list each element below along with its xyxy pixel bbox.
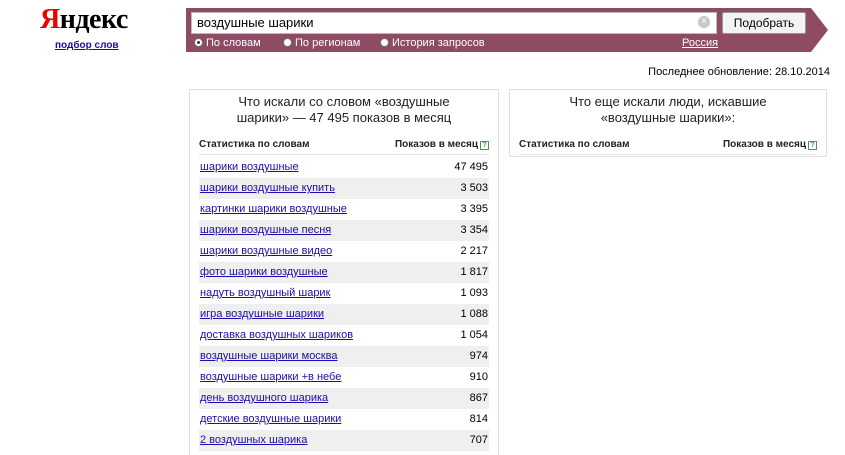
column-phrase-header: Статистика по словам <box>199 139 310 150</box>
logo-first-letter: Я <box>40 4 60 35</box>
impression-count: 867 <box>469 392 488 404</box>
phrase-link[interactable]: день воздушного шарика <box>200 388 328 409</box>
radio-label: По регионам <box>295 37 361 49</box>
yandex-logo[interactable]: Яндекс <box>40 6 128 34</box>
right-panel-title: Что еще искали люди, искавшие «воздушные… <box>569 94 767 125</box>
impression-count: 1 054 <box>460 329 488 341</box>
table-row: картинки шарики воздушные 3 395 <box>199 199 489 220</box>
help-icon[interactable]: ? <box>480 141 489 150</box>
column-count-header: Показов в месяц? <box>723 139 817 150</box>
phrase-link[interactable]: доставка воздушных шариков <box>200 325 353 346</box>
phrase-link[interactable]: шарики воздушные купить <box>200 178 335 199</box>
phrase-link[interactable]: воздушные шарики москва <box>200 346 337 367</box>
table-row: детские воздушные шарики 814 <box>199 409 489 430</box>
table-row: шарики воздушные +в небе улетят 692 <box>199 451 489 455</box>
table-row: шарики воздушные песня 3 354 <box>199 220 489 241</box>
radio-history[interactable]: История запросов <box>380 37 485 50</box>
impression-count: 814 <box>469 413 488 425</box>
table-row: воздушные шарики +в небе 910 <box>199 367 489 388</box>
impression-count: 1 088 <box>460 308 488 320</box>
radio-selected-icon <box>194 38 203 47</box>
phrase-link[interactable]: надуть воздушный шарик <box>200 283 330 304</box>
phrase-link[interactable]: картинки шарики воздушные <box>200 199 347 220</box>
left-panel: Что искали со словом «воздушные шарики» … <box>189 89 499 455</box>
submit-button[interactable]: Подобрать <box>722 12 806 34</box>
right-panel-header: Статистика по словам Показов в месяц? <box>510 139 826 150</box>
impression-count: 910 <box>469 371 488 383</box>
impression-count: 3 395 <box>460 203 488 215</box>
impression-count: 1 817 <box>460 266 488 278</box>
region-link[interactable]: Россия <box>682 37 718 50</box>
search-band: воздушные шарики × Подобрать По словам П… <box>186 8 828 52</box>
search-band-arrow <box>811 8 828 52</box>
header-divider <box>519 154 817 155</box>
radio-icon <box>283 38 292 47</box>
table-row: шарики воздушные купить 3 503 <box>199 178 489 199</box>
left-panel-header: Статистика по словам Показов в месяц? <box>190 139 498 150</box>
column-count-label: Показов в месяц <box>722 139 806 150</box>
last-update: Последнее обновление: 28.10.2014 <box>648 66 830 78</box>
impression-count: 3 503 <box>460 182 488 194</box>
phrase-link[interactable]: игра воздушные шарики <box>200 304 324 325</box>
search-input[interactable]: воздушные шарики <box>191 12 717 34</box>
column-count-label: Показов в месяц <box>394 139 478 150</box>
header-divider <box>199 154 489 155</box>
phrase-link[interactable]: шарики воздушные <box>200 157 299 178</box>
table-row: день воздушного шарика 867 <box>199 388 489 409</box>
radio-icon <box>380 38 389 47</box>
table-row: шарики воздушные видео 2 217 <box>199 241 489 262</box>
impression-count: 707 <box>469 434 488 446</box>
table-row: надуть воздушный шарик 1 093 <box>199 283 489 304</box>
radio-by-words[interactable]: По словам <box>194 37 261 50</box>
radio-label: По словам <box>206 37 261 49</box>
phrase-link[interactable]: шарики воздушные видео <box>200 241 332 262</box>
radio-label: История запросов <box>392 37 485 49</box>
impression-count: 47 495 <box>454 161 488 173</box>
impression-count: 692 <box>470 451 488 455</box>
phrase-link[interactable]: шарики воздушные песня <box>200 220 331 241</box>
table-row: воздушные шарики москва 974 <box>199 346 489 367</box>
logo-rest: ндекс <box>59 4 129 35</box>
left-panel-title: Что искали со словом «воздушные шарики» … <box>236 94 452 125</box>
phrase-link[interactable]: воздушные шарики +в небе <box>200 367 341 388</box>
phrase-link[interactable]: детские воздушные шарики <box>200 409 341 430</box>
left-panel-rows: шарики воздушные 47 495 шарики воздушные к… <box>199 157 489 455</box>
phrase-link[interactable]: шарики воздушные +в небе улетят <box>200 451 378 455</box>
impression-count: 1 093 <box>460 287 488 299</box>
table-row: шарики воздушные 47 495 <box>199 157 489 178</box>
service-link[interactable]: подбор слов <box>55 40 119 51</box>
column-phrase-header: Статистика по словам <box>519 139 630 150</box>
impression-count: 3 354 <box>460 224 488 236</box>
radio-by-regions[interactable]: По регионам <box>283 37 360 50</box>
column-count-header: Показов в месяц? <box>395 139 489 150</box>
impression-count: 974 <box>469 350 488 362</box>
phrase-link[interactable]: 2 воздушных шарика <box>200 430 307 451</box>
table-row: 2 воздушных шарика 707 <box>199 430 489 451</box>
clear-icon[interactable]: × <box>698 16 710 28</box>
table-row: игра воздушные шарики 1 088 <box>199 304 489 325</box>
help-icon[interactable]: ? <box>808 141 817 150</box>
right-panel: Что еще искали люди, искавшие «воздушные… <box>509 89 827 157</box>
table-row: доставка воздушных шариков 1 054 <box>199 325 489 346</box>
table-row: фото шарики воздушные 1 817 <box>199 262 489 283</box>
impression-count: 2 217 <box>460 245 488 257</box>
phrase-link[interactable]: фото шарики воздушные <box>200 262 328 283</box>
